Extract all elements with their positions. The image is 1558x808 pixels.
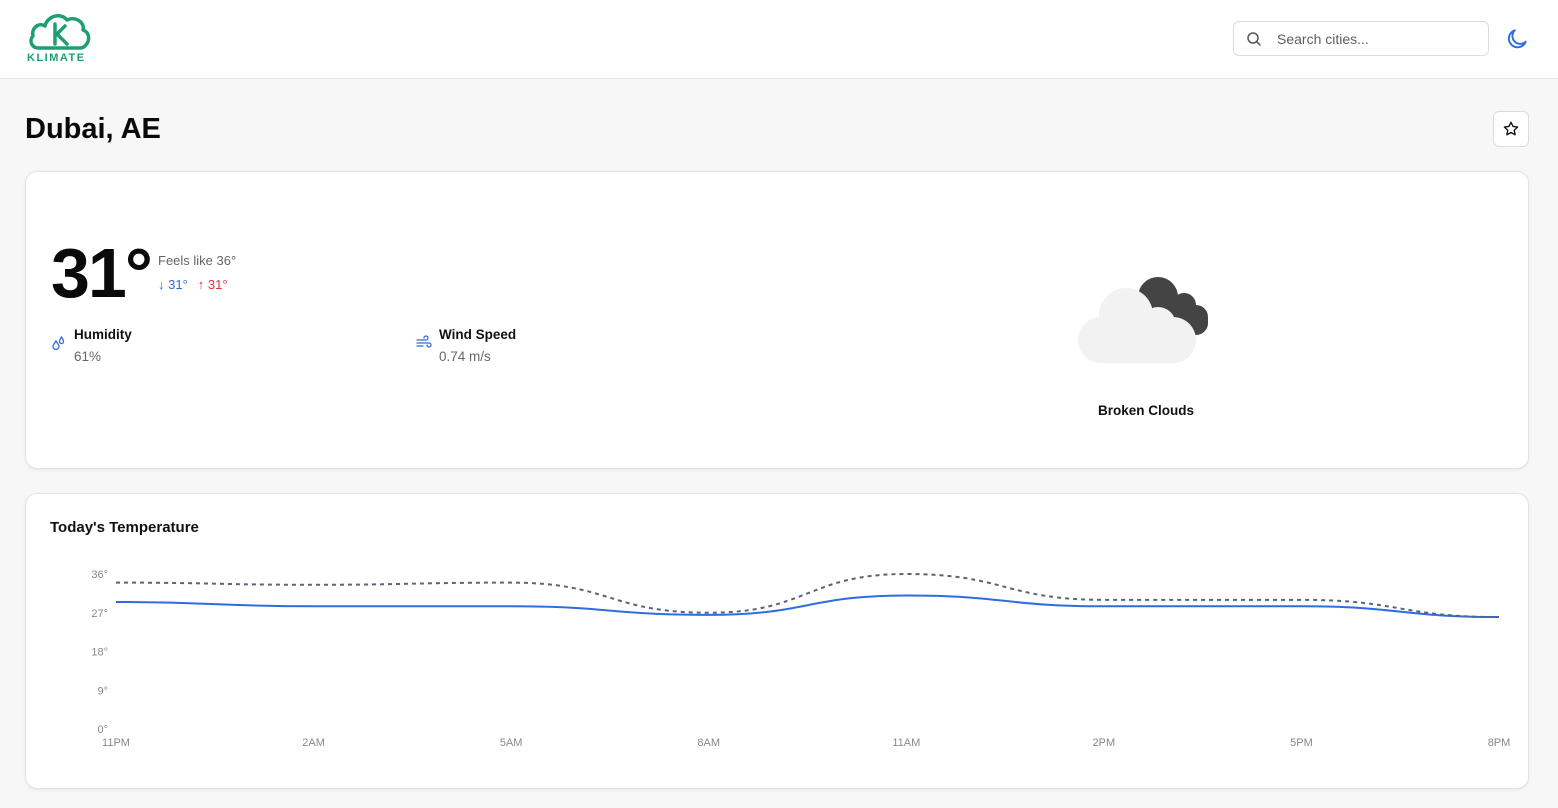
min-temperature: ↓ 31° — [158, 277, 188, 292]
moon-icon — [1507, 29, 1527, 49]
page-title: Dubai, AE — [25, 113, 161, 145]
x-tick-label: 11PM — [102, 737, 130, 749]
x-tick-label: 2AM — [302, 737, 325, 749]
humidity-label: Humidity — [74, 327, 132, 342]
cloud-logo-icon — [29, 14, 91, 50]
max-temperature: ↑ 31° — [197, 277, 228, 292]
y-tick-label: 18° — [91, 647, 108, 659]
search-icon — [1247, 32, 1261, 46]
x-tick-label: 5AM — [500, 737, 523, 749]
feels-like-line — [115, 572, 1500, 619]
star-icon — [1503, 121, 1519, 136]
wind-value: 0.74 m/s — [439, 349, 491, 364]
x-tick-label: 8AM — [697, 737, 720, 749]
x-tick-label: 8PM — [1488, 737, 1511, 749]
y-tick-label: 9° — [97, 685, 108, 697]
x-tick-label: 5PM — [1290, 737, 1313, 749]
temperature-chart-card: Today's Temperature 0° 9° 18° 27° 36° 11PM 2AM… — [25, 493, 1529, 789]
feels-like: Feels like 36° — [158, 253, 237, 268]
y-tick-label: 0° — [97, 724, 108, 736]
current-weather-card: 31° Feels like 36° ↓ 31° ↑ 31° Humidity … — [25, 171, 1529, 469]
wind-icon — [416, 335, 432, 348]
logo-text: KLIMATE — [27, 52, 86, 64]
weather-description: Broken Clouds — [1097, 403, 1194, 418]
droplets-icon — [52, 335, 65, 351]
humidity-value: 61% — [74, 349, 102, 364]
search-input[interactable]: Search cities... — [1233, 21, 1489, 56]
temperature-chart: 0° 9° 18° 27° 36° 11PM 2AM 5AM 8AM 11AM 2PM 5PM 8PM — [91, 569, 1511, 749]
y-tick-label: 27° — [91, 608, 108, 620]
temperature-line — [115, 594, 1500, 619]
min-max-temps: ↓ 31° ↑ 31° — [158, 277, 228, 292]
search-placeholder: Search cities... — [1277, 31, 1369, 47]
x-tick-label: 2PM — [1093, 737, 1116, 749]
theme-toggle-button[interactable] — [1504, 26, 1530, 52]
broken-clouds-icon — [1078, 277, 1208, 363]
wind-label: Wind Speed — [439, 327, 517, 342]
x-tick-label: 11AM — [892, 737, 920, 749]
y-tick-label: 36° — [91, 569, 108, 581]
app-header: KLIMATE Search cities... — [0, 0, 1558, 79]
current-temperature: 31° — [51, 234, 153, 312]
klimate-logo[interactable]: KLIMATE — [25, 10, 95, 66]
favorite-button[interactable] — [1493, 111, 1529, 147]
